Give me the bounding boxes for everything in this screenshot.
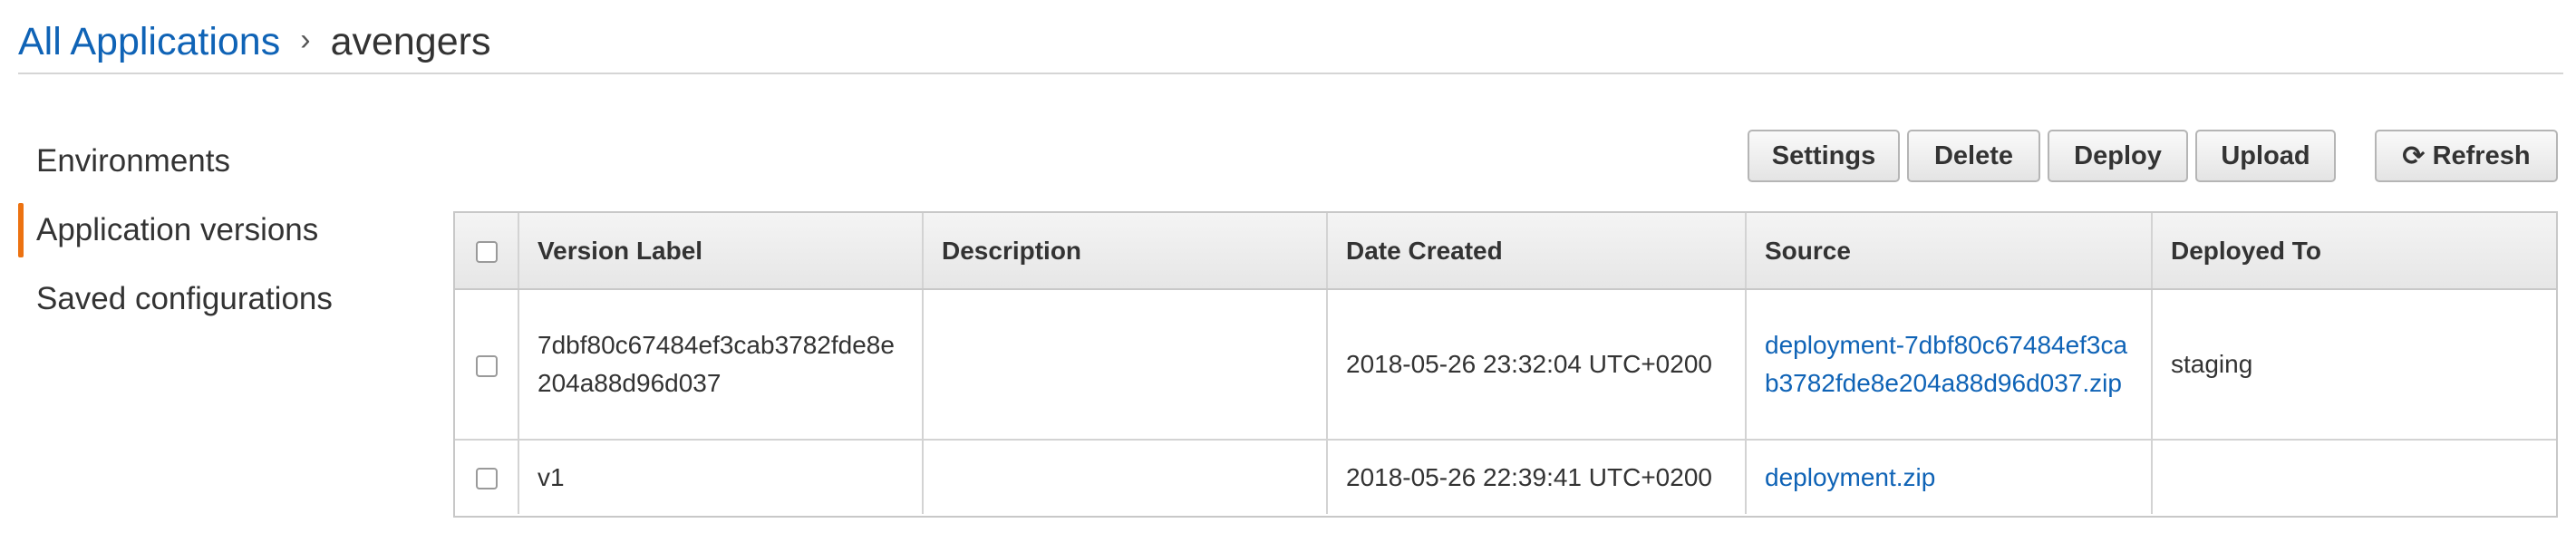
sidebar-item-label: Application versions <box>36 212 319 247</box>
row-select-cell <box>455 440 518 514</box>
date-created-cell: 2018-05-26 23:32:04 UTC+0200 <box>1326 289 1746 441</box>
column-header-description[interactable]: Description <box>922 213 1327 290</box>
table-row[interactable]: v1 2018-05-26 22:39:41 UTC+0200 deployme… <box>455 440 2556 514</box>
deployed-to-cell <box>2151 440 2556 514</box>
breadcrumb-separator-icon: › <box>300 22 311 57</box>
sidebar-item-label: Environments <box>36 143 230 179</box>
settings-button[interactable]: Settings <box>1748 130 1900 182</box>
upload-button[interactable]: Upload <box>2195 130 2336 182</box>
source-cell: deployment-7dbf80c67484ef3cab3782fde8e20… <box>1745 289 2152 441</box>
date-created-cell: 2018-05-26 22:39:41 UTC+0200 <box>1326 440 1746 514</box>
source-download-link[interactable]: deployment-7dbf80c67484ef3cab3782fde8e20… <box>1765 331 2127 397</box>
description-cell <box>922 289 1327 441</box>
column-header-source[interactable]: Source <box>1745 213 2152 290</box>
sidebar-nav: Environments Application versions Saved … <box>18 127 399 334</box>
source-download-link[interactable]: deployment.zip <box>1765 463 1935 491</box>
select-all-cell <box>455 213 518 290</box>
delete-button[interactable]: Delete <box>1907 130 2040 182</box>
breadcrumb: All Applications › avengers <box>18 13 490 71</box>
sidebar-item-environments[interactable]: Environments <box>18 127 399 196</box>
row-checkbox[interactable] <box>475 468 498 490</box>
description-cell <box>922 440 1327 514</box>
page: All Applications › avengers Environments… <box>0 0 2576 533</box>
breadcrumb-current-application: avengers <box>330 19 491 63</box>
sidebar-item-label: Saved configurations <box>36 281 333 316</box>
column-header-date-created[interactable]: Date Created <box>1326 213 1746 290</box>
refresh-button[interactable]: ⟳ Refresh <box>2375 130 2558 182</box>
header-divider <box>18 73 2563 74</box>
column-header-version-label[interactable]: Version Label <box>518 213 923 290</box>
sidebar-item-application-versions[interactable]: Application versions <box>18 196 399 265</box>
breadcrumb-all-applications-link[interactable]: All Applications <box>18 20 280 64</box>
row-select-cell <box>455 289 518 441</box>
application-versions-table: Version Label Description Date Created S… <box>453 211 2558 518</box>
source-cell: deployment.zip <box>1745 440 2152 514</box>
refresh-button-label: Refresh <box>2432 141 2531 170</box>
deployed-to-cell: staging <box>2151 289 2556 441</box>
version-label-cell: 7dbf80c67484ef3cab3782fde8e204a88d96d037 <box>518 289 923 441</box>
row-checkbox[interactable] <box>475 354 498 377</box>
sidebar-item-saved-configurations[interactable]: Saved configurations <box>18 265 399 334</box>
refresh-icon: ⟳ <box>2402 141 2426 171</box>
version-label-cell: v1 <box>518 440 923 514</box>
deploy-button[interactable]: Deploy <box>2048 130 2188 182</box>
table-row[interactable]: 7dbf80c67484ef3cab3782fde8e204a88d96d037… <box>455 289 2556 441</box>
table-header-row: Version Label Description Date Created S… <box>455 213 2556 290</box>
select-all-checkbox[interactable] <box>475 241 498 264</box>
column-header-deployed-to[interactable]: Deployed To <box>2151 213 2556 290</box>
